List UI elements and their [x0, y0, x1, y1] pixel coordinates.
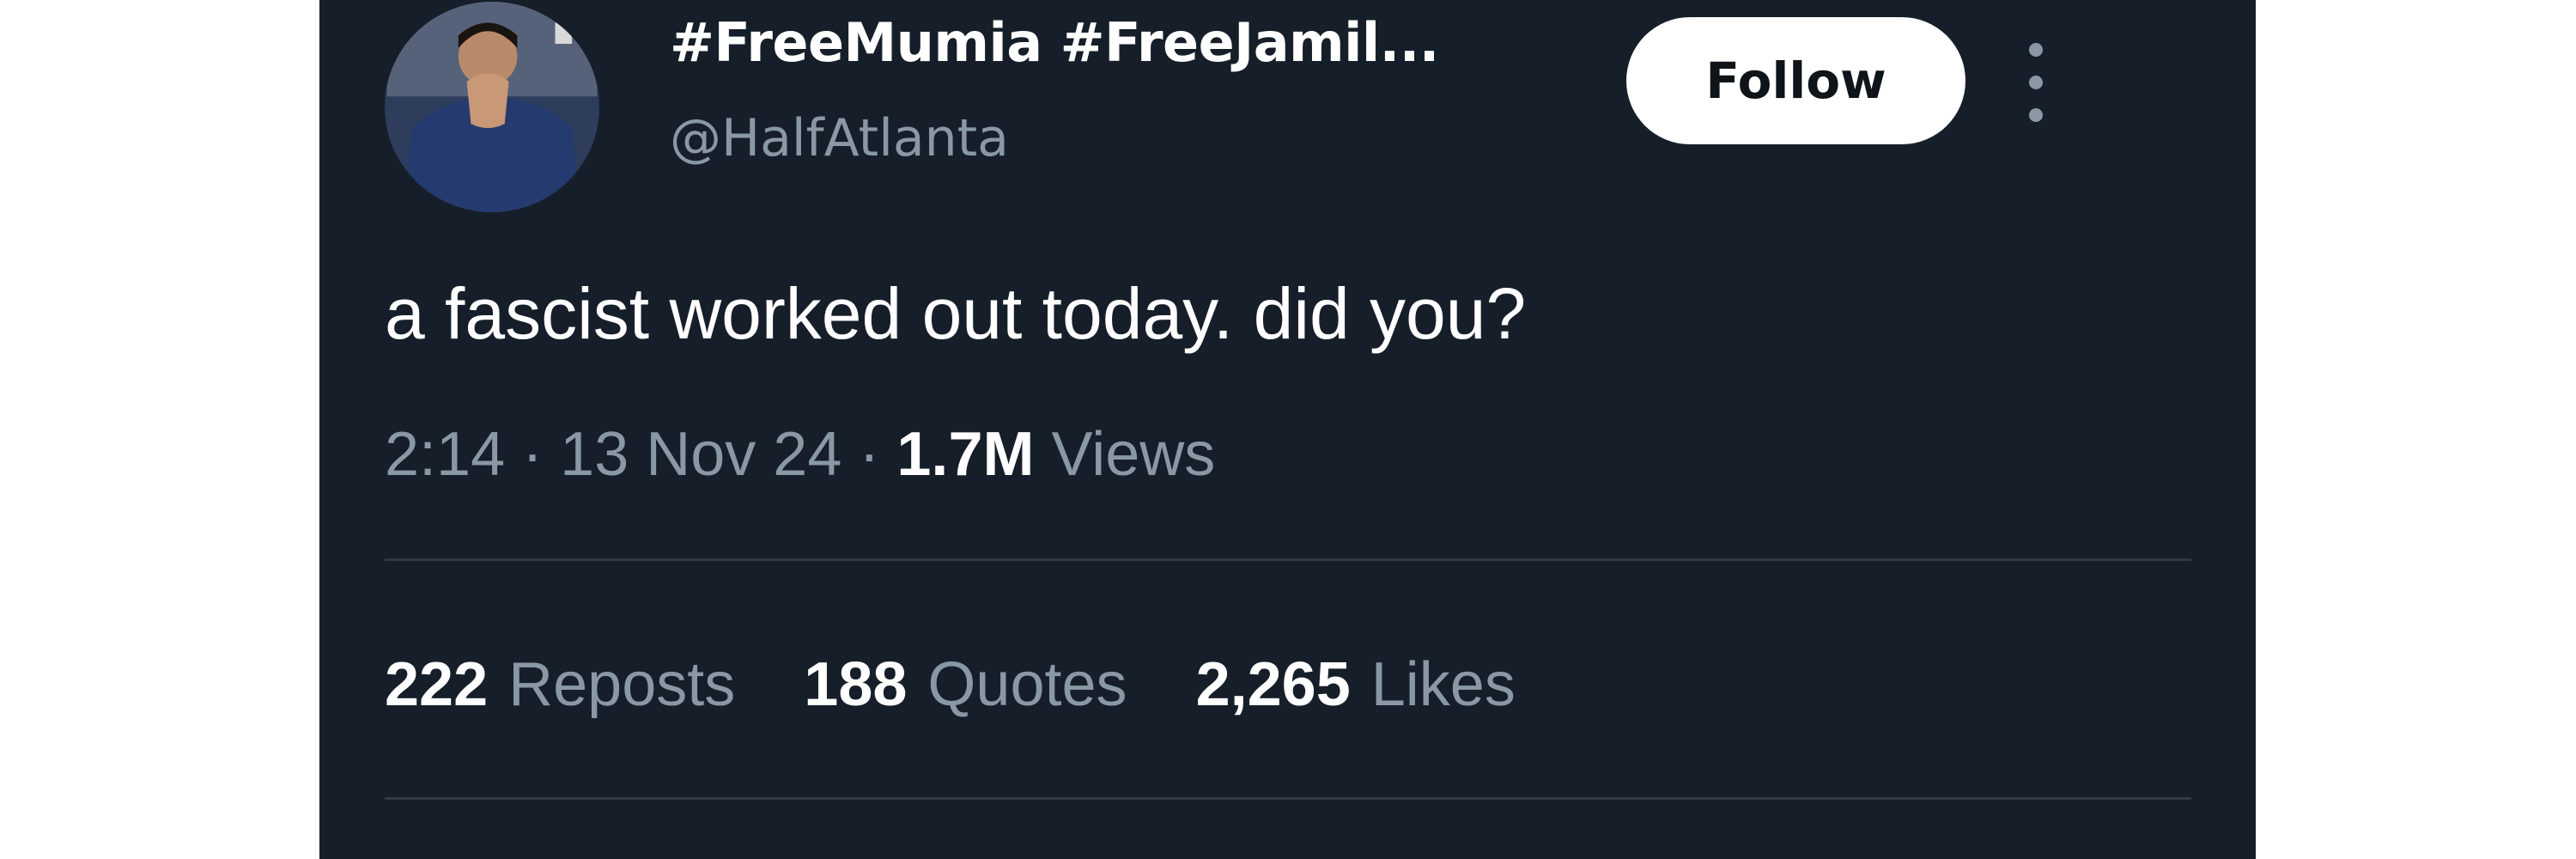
follow-button[interactable]: Follow: [1626, 17, 1965, 144]
divider: [385, 797, 2191, 800]
divider: [385, 558, 2191, 561]
tweet-card: #FreeMumia #FreeJamil... @HalfAtlanta Fo…: [319, 0, 2256, 859]
display-name[interactable]: #FreeMumia #FreeJamil...: [670, 13, 1439, 72]
reposts-label: Reposts: [508, 650, 736, 719]
likes-label: Likes: [1370, 650, 1516, 719]
tweet-time[interactable]: 2:14: [385, 420, 505, 489]
reposts-stat[interactable]: 222 Reposts: [385, 648, 735, 722]
reposts-count: 222: [385, 650, 489, 719]
avatar[interactable]: [385, 2, 599, 212]
avatar-image: [386, 2, 598, 212]
tweet-text: a fascist worked out today. did you?: [385, 273, 1527, 354]
user-handle[interactable]: @HalfAtlanta: [670, 110, 1009, 167]
tweet-meta: 2:14 · 13 Nov 24 · 1.7M Views: [385, 417, 1215, 491]
more-vertical-icon[interactable]: [2024, 43, 2050, 129]
likes-stat[interactable]: 2,265 Likes: [1196, 648, 1516, 722]
views-label: Views: [1051, 420, 1216, 489]
engagement-stats: 222 Reposts 188 Quotes 2,265 Likes: [385, 648, 1584, 722]
tweet-date[interactable]: 13 Nov 24: [560, 420, 841, 489]
views-count: 1.7M: [896, 420, 1035, 489]
meta-separator: ·: [522, 420, 544, 489]
quotes-count: 188: [804, 650, 908, 719]
quotes-stat[interactable]: 188 Quotes: [804, 648, 1127, 722]
quotes-label: Quotes: [927, 650, 1127, 719]
likes-count: 2,265: [1195, 650, 1351, 719]
meta-separator: ·: [859, 420, 880, 489]
